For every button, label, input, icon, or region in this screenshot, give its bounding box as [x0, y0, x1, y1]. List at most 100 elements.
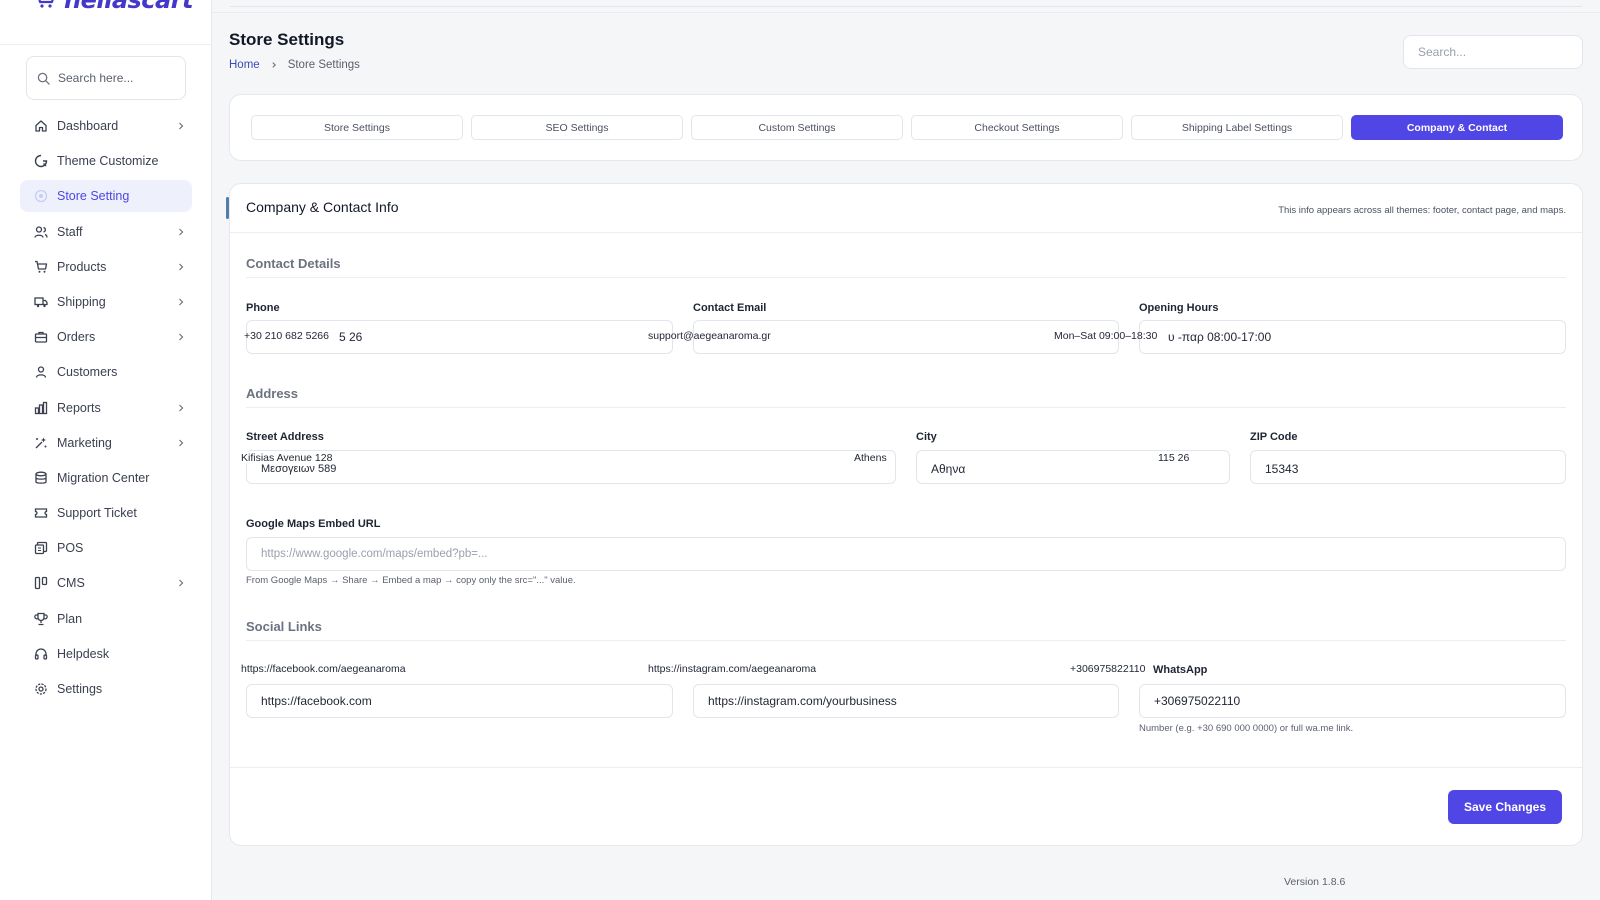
divider — [246, 407, 1566, 408]
palette-icon — [33, 153, 49, 169]
sidebar-item-cms[interactable]: CMS — [20, 567, 192, 599]
sidebar-item-label: Marketing — [57, 435, 112, 450]
street-address-label: Street Address — [246, 431, 324, 443]
chevron-right-icon — [179, 580, 184, 587]
user-icon — [33, 364, 49, 380]
sidebar-item-label: Shipping — [57, 294, 106, 309]
brand-logo[interactable]: hellascart — [34, 0, 194, 14]
chevron-right-icon — [179, 228, 184, 235]
breadcrumb-home-link[interactable]: Home — [229, 59, 260, 71]
database-icon — [33, 470, 49, 486]
tab-custom-settings[interactable]: Custom Settings — [691, 115, 903, 140]
phone-label: Phone — [246, 302, 280, 314]
tab-shipping-label-settings[interactable]: Shipping Label Settings — [1131, 115, 1343, 140]
sidebar-item-label: Support Ticket — [57, 506, 137, 521]
chevron-right-icon — [179, 333, 184, 341]
tab-checkout-settings[interactable]: Checkout Settings — [911, 115, 1123, 140]
sidebar-item-migration-center[interactable]: Migration Center — [20, 462, 192, 494]
street-overlay-text: Kifisias Avenue 128 — [241, 452, 335, 464]
sidebar-item-helpdesk[interactable]: Helpdesk — [20, 638, 192, 670]
sidebar-item-orders[interactable]: Orders — [20, 321, 192, 353]
brand-name: hellascart — [64, 0, 194, 14]
trophy-icon — [33, 611, 49, 627]
headset-icon — [33, 646, 49, 662]
sidebar-item-plan[interactable]: Plan — [20, 603, 192, 635]
sidebar-item-dashboard[interactable]: Dashboard — [20, 110, 192, 142]
sidebar-item-label: Customers — [57, 365, 118, 380]
city-overlay-text: 115 26 — [1158, 452, 1190, 464]
zip-code-label: ZIP Code — [1250, 431, 1298, 443]
sidebar-item-label: Plan — [57, 611, 83, 626]
sidebar-item-products[interactable]: Products — [20, 251, 192, 283]
sidebar-item-pos[interactable]: POS — [20, 532, 192, 564]
breadcrumb-current: Store Settings — [287, 59, 360, 71]
google-maps-url-field[interactable] — [246, 537, 1566, 571]
sidebar-item-label: Products — [57, 259, 107, 274]
settings-tabs: Store Settings SEO Settings Custom Setti… — [229, 94, 1583, 161]
instagram-field[interactable] — [693, 684, 1119, 718]
chevron-right-icon — [179, 404, 184, 411]
ticket-icon — [33, 505, 49, 521]
sidebar-item-store-setting[interactable]: Store Setting — [20, 180, 192, 213]
sidebar-item-customers[interactable]: Customers — [20, 356, 192, 388]
card-title: Company & Contact Info — [246, 199, 399, 215]
sidebar-search-input[interactable]: Search here... — [26, 56, 186, 100]
section-title-social: Social Links — [246, 619, 322, 634]
contact-email-label: Contact Email — [693, 302, 767, 314]
section-title-address: Address — [246, 386, 299, 401]
whatsapp-overlay-text: +306975822110 — [1070, 663, 1146, 675]
sidebar-menu: Dashboard Theme Customize Store Setting … — [20, 110, 192, 708]
sidebar-item-shipping[interactable]: Shipping — [20, 286, 192, 318]
sidebar-item-support-ticket[interactable]: Support Ticket — [20, 497, 192, 529]
sidebar-item-reports[interactable]: Reports — [20, 392, 192, 424]
whatsapp-hint: Number (e.g. +30 690 000 0000) or full w… — [1139, 723, 1354, 734]
users-icon — [33, 224, 49, 240]
version-label: Version 1.8.6 — [1284, 876, 1346, 888]
tab-store-settings[interactable]: Store Settings — [251, 115, 463, 140]
opening-hours-field[interactable] — [1139, 320, 1566, 354]
search-icon — [37, 72, 50, 85]
google-maps-label: Google Maps Embed URL — [246, 518, 381, 530]
top-divider — [230, 6, 1582, 7]
sidebar-item-staff[interactable]: Staff — [20, 216, 192, 248]
company-contact-card — [229, 183, 1583, 846]
sidebar-item-marketing[interactable]: Marketing — [20, 427, 192, 459]
header-search-input[interactable] — [1403, 35, 1583, 69]
sidebar-search-placeholder: Search here... — [58, 71, 134, 85]
bar-chart-icon — [33, 400, 49, 416]
divider — [0, 44, 212, 45]
sidebar-item-label: Store Setting — [57, 189, 130, 204]
sidebar-item-settings[interactable]: Settings — [20, 673, 192, 705]
chevron-right-icon — [179, 298, 184, 306]
sparkle-icon — [33, 435, 49, 451]
zip-code-field[interactable] — [1250, 450, 1566, 484]
sidebar-item-label: Dashboard — [57, 119, 119, 133]
sidebar-item-theme-customize[interactable]: Theme Customize — [20, 145, 192, 177]
sidebar-item-label: Reports — [57, 400, 101, 415]
sidebar-item-label: Settings — [57, 682, 103, 696]
instagram-overlay-text: https://instagram.com/aegeanaroma — [648, 663, 817, 675]
whatsapp-label: WhatsApp — [1153, 664, 1208, 676]
tab-seo-settings[interactable]: SEO Settings — [471, 115, 683, 140]
sidebar-item-label: Migration Center — [57, 470, 150, 485]
google-maps-hint: From Google Maps → Share → Embed a map →… — [246, 575, 576, 586]
email-overlay-text: support@aegeanaroma.gr — [648, 330, 771, 342]
street-address-field[interactable] — [246, 450, 896, 484]
sidebar-item-label: Orders — [57, 330, 96, 345]
street-overlay-city-text: Athens — [854, 452, 887, 464]
home-icon — [33, 118, 49, 134]
facebook-overlay-text: https://facebook.com/aegeanaroma — [241, 663, 406, 675]
facebook-field[interactable] — [246, 684, 673, 718]
cart-logo-icon — [38, 0, 54, 8]
sidebar-item-label: CMS — [57, 576, 85, 591]
briefcase-icon — [33, 329, 49, 345]
whatsapp-field[interactable] — [1139, 684, 1566, 718]
divider — [246, 640, 1566, 641]
city-label: City — [916, 431, 937, 443]
sidebar-item-label: Helpdesk — [57, 646, 110, 661]
tab-company-contact[interactable]: Company & Contact — [1351, 115, 1563, 140]
register-icon — [33, 540, 49, 556]
cart-icon — [33, 259, 49, 275]
gear-icon — [33, 681, 49, 697]
save-changes-button[interactable]: Save Changes — [1448, 790, 1562, 824]
